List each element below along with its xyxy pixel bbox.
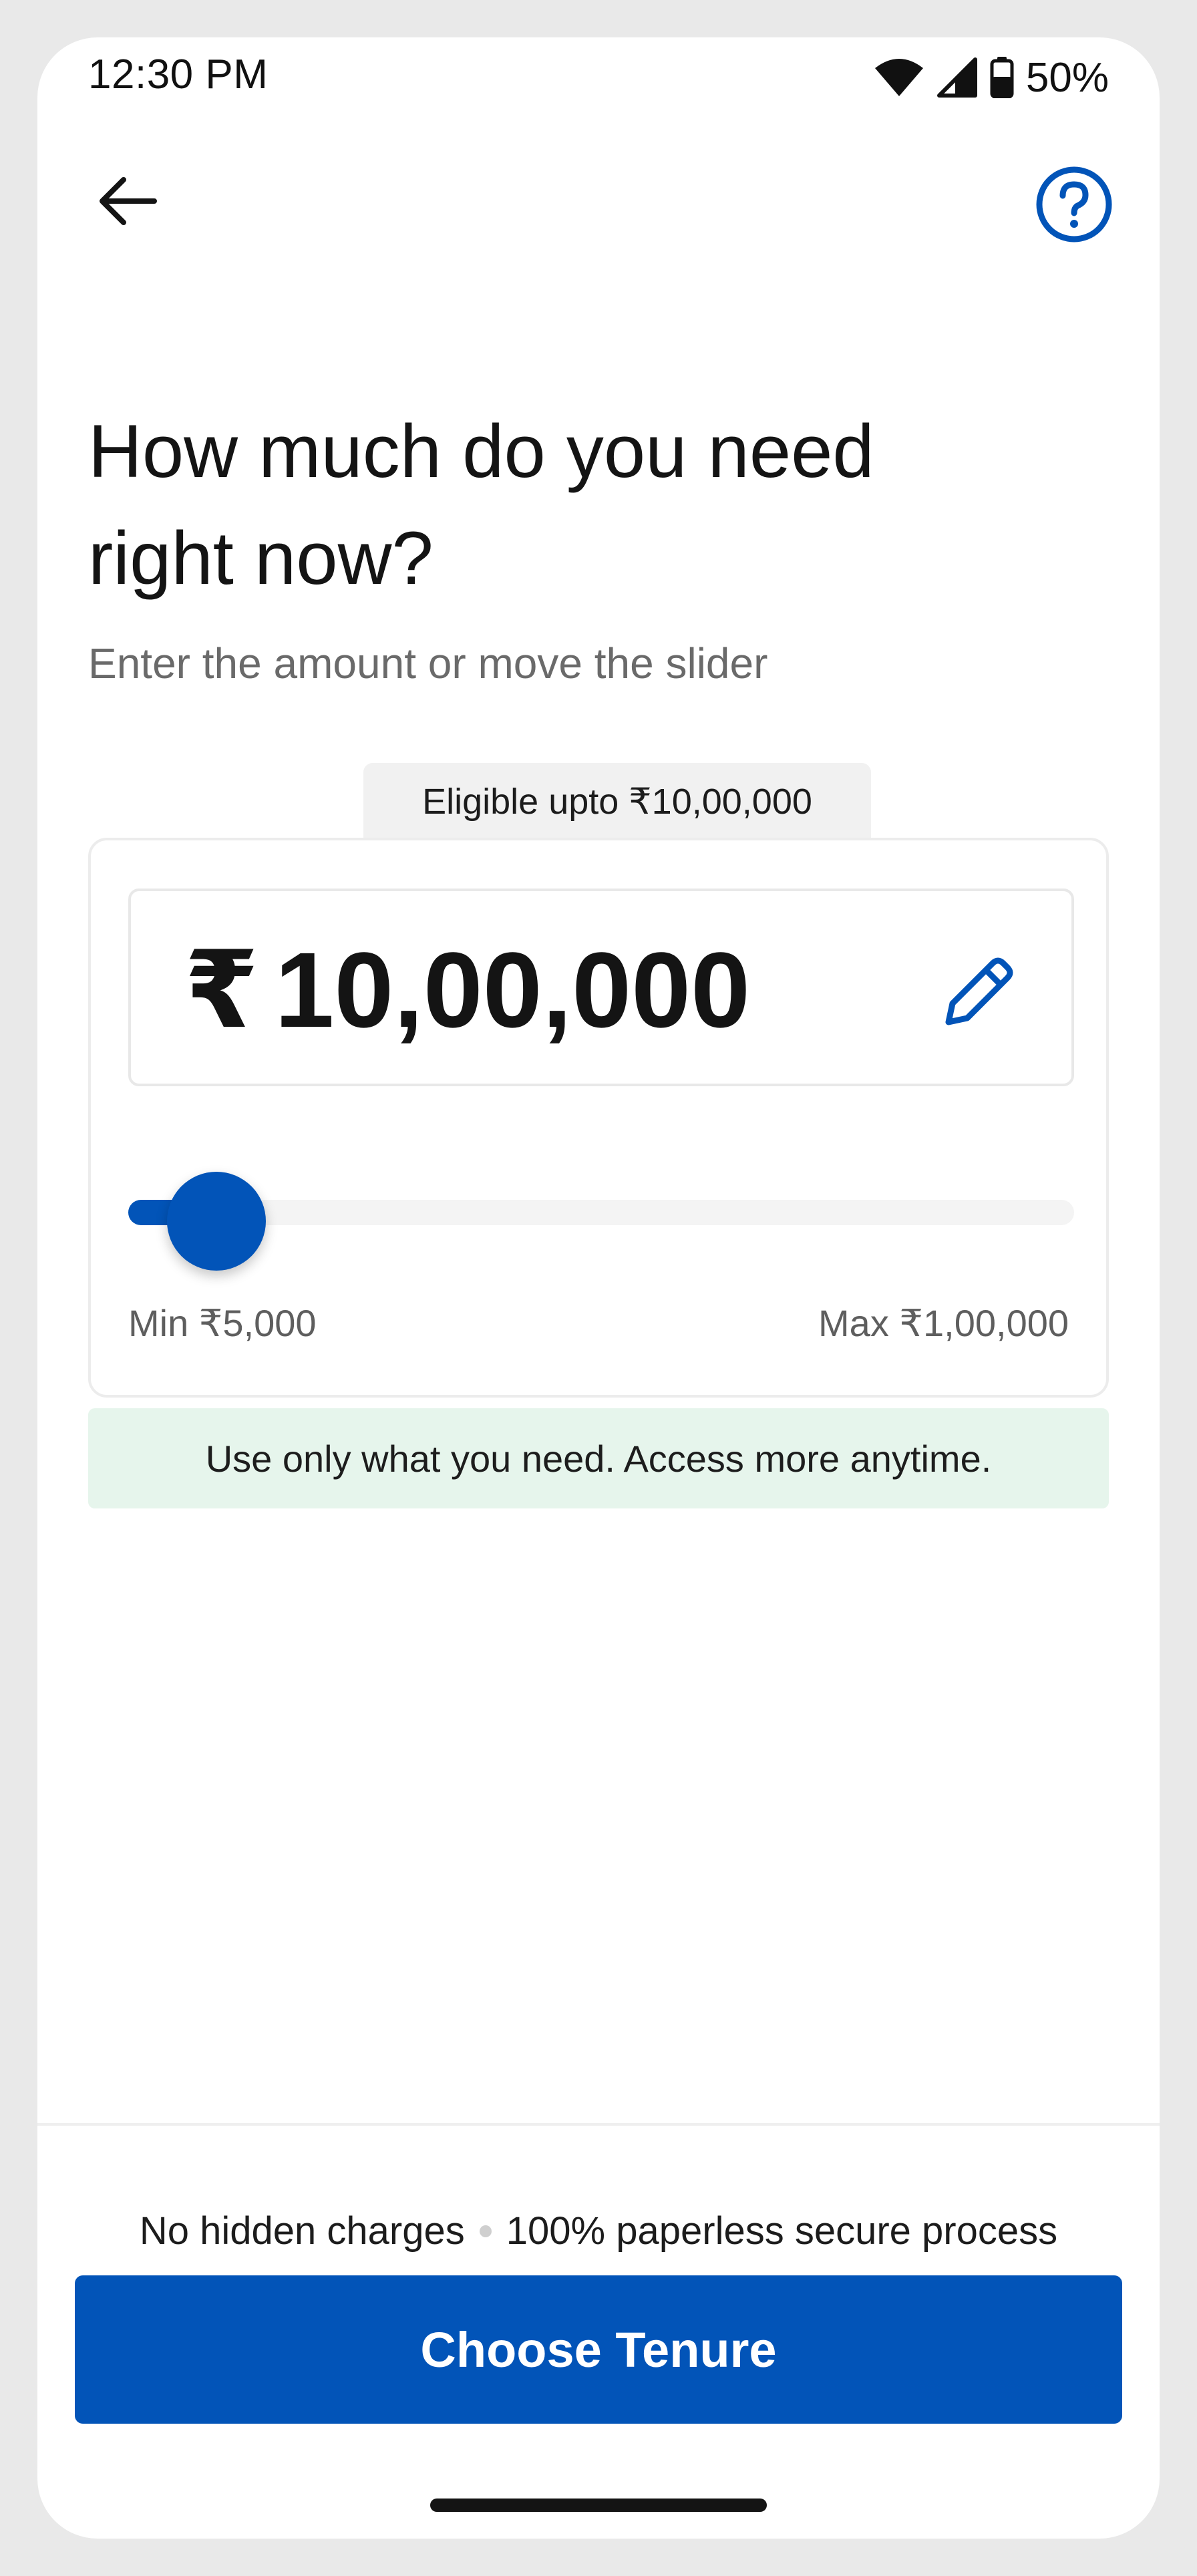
cellular-signal-icon [936, 57, 978, 98]
page-subtitle: Enter the amount or move the slider [88, 639, 768, 687]
amount-input[interactable]: ₹ 10,00,000 [128, 889, 1074, 1086]
footer-note: No hidden charges 100% paperless secure … [37, 2209, 1160, 2253]
arrow-left-icon [98, 176, 157, 226]
footer-note-right: 100% paperless secure process [506, 2209, 1058, 2253]
status-time: 12:30 PM [88, 51, 269, 98]
amount-value: 10,00,000 [275, 930, 751, 1050]
back-button[interactable] [91, 164, 164, 238]
app-screen: 12:30 PM 50% How much do you need right … [37, 37, 1160, 2539]
footer-note-left: No hidden charges [139, 2209, 465, 2253]
currency-symbol: ₹ [184, 930, 259, 1050]
home-indicator[interactable] [430, 2499, 767, 2512]
question-circle-icon [1035, 166, 1113, 243]
status-bar: 12:30 PM 50% [37, 37, 1160, 118]
eligible-amount-tag: Eligible upto ₹10,00,000 [363, 763, 871, 839]
separator-dot [479, 2225, 492, 2237]
page-title: How much do you need right now? [88, 410, 874, 600]
amount-slider-track[interactable] [128, 1200, 1074, 1225]
status-icons: 50% [874, 51, 1109, 104]
help-button[interactable] [1034, 164, 1114, 245]
footer-divider [37, 2123, 1160, 2126]
battery-icon [990, 57, 1014, 98]
pencil-icon [939, 951, 1019, 1031]
edit-amount-button[interactable] [932, 945, 1026, 1038]
slider-min-label: Min ₹5,000 [128, 1302, 317, 1344]
choose-tenure-button[interactable]: Choose Tenure [75, 2275, 1122, 2424]
battery-percent: 50% [1025, 54, 1109, 101]
slider-max-label: Max ₹1,00,000 [818, 1302, 1069, 1344]
phone-frame: 12:30 PM 50% How much do you need right … [0, 0, 1197, 2576]
wifi-icon [874, 57, 924, 98]
info-banner: Use only what you need. Access more anyt… [88, 1408, 1109, 1508]
amount-display: ₹ 10,00,000 [184, 931, 750, 1049]
amount-slider-thumb[interactable] [167, 1172, 266, 1271]
amount-card: ₹ 10,00,000 Min ₹5,000 Max ₹1,00,000 [88, 838, 1109, 1398]
